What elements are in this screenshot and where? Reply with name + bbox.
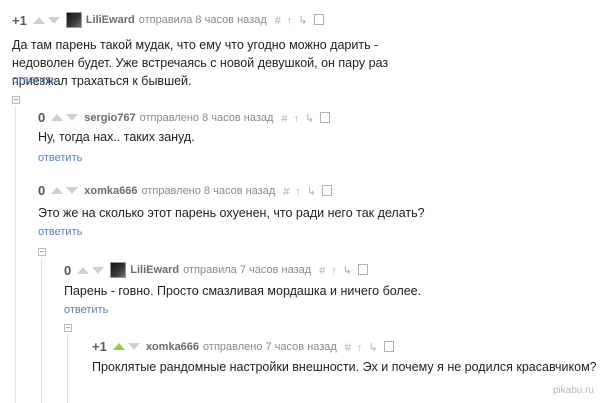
downvote-icon[interactable] xyxy=(66,114,79,121)
thread-line xyxy=(67,334,68,403)
comment-author[interactable]: xomka666 xyxy=(146,341,199,353)
upvote-icon[interactable] xyxy=(77,266,90,274)
hash-icon[interactable]: # xyxy=(275,15,287,27)
comment-actions: #↑↳ xyxy=(345,340,394,354)
comment-time: отправила 7 часов назад xyxy=(183,264,312,276)
comment-text: Парень - говно. Просто смазливая мордашк… xyxy=(64,284,422,298)
reply-branch-icon[interactable]: ↳ xyxy=(368,341,383,354)
downvote-icon[interactable] xyxy=(47,16,60,24)
comment-time: отправлено 8 часов назад xyxy=(139,111,274,124)
downvote-icon[interactable] xyxy=(127,343,140,350)
thread-line xyxy=(41,258,42,403)
save-icon[interactable] xyxy=(320,111,331,123)
comment-rating: +1 xyxy=(92,339,107,354)
arrow-up-icon[interactable]: ↑ xyxy=(287,15,299,27)
comment-actions: #↑↳ xyxy=(319,263,368,277)
comment-text: Ну, тогда нах.. таких зануд. xyxy=(38,130,195,144)
collapse-icon[interactable] xyxy=(12,96,20,104)
comment-actions: #↑↳ xyxy=(283,184,333,198)
arrow-up-icon[interactable]: ↑ xyxy=(331,265,343,277)
comment-time: отправила 8 часов назад xyxy=(138,14,267,26)
arrow-up-icon[interactable]: ↑ xyxy=(357,342,369,354)
comment-author[interactable]: LiliEward xyxy=(130,264,179,276)
arrow-up-icon[interactable]: ↑ xyxy=(295,186,307,198)
save-icon[interactable] xyxy=(313,14,324,25)
comment-time: отправлено 8 часов назад xyxy=(141,184,276,197)
reply-link[interactable]: ответить xyxy=(38,152,82,164)
comment-header: +1 xomka666 отправлено 7 часов назад #↑↳ xyxy=(92,339,394,354)
upvote-icon[interactable] xyxy=(51,187,64,194)
comment-rating: 0 xyxy=(38,183,46,198)
collapse-icon[interactable] xyxy=(38,248,46,256)
upvote-icon[interactable] xyxy=(51,114,64,121)
collapse-icon[interactable] xyxy=(64,324,72,332)
comment-author[interactable]: xomka666 xyxy=(84,185,137,197)
comment-author[interactable]: sergio767 xyxy=(84,112,135,124)
downvote-icon[interactable] xyxy=(66,187,79,194)
avatar[interactable] xyxy=(110,262,127,278)
comment-rating: +1 xyxy=(12,12,27,28)
watermark: pikabu.ru xyxy=(552,385,594,396)
comment-actions: #↑↳ xyxy=(281,111,331,125)
save-icon[interactable] xyxy=(322,184,333,196)
comment-rating: 0 xyxy=(38,110,46,125)
reply-branch-icon[interactable]: ↳ xyxy=(298,14,313,27)
comment-text: Да там парень такой мудак, что ему что у… xyxy=(12,38,389,88)
comment-header: 0 LiliEward отправила 7 часов назад #↑↳ xyxy=(64,262,368,278)
save-icon[interactable] xyxy=(357,264,368,275)
comment-author[interactable]: LiliEward xyxy=(86,14,135,26)
comment-header: 0 sergio767 отправлено 8 часов назад #↑↳ xyxy=(38,110,331,125)
hash-icon[interactable]: # xyxy=(345,342,357,354)
reply-branch-icon[interactable]: ↳ xyxy=(307,185,322,198)
save-icon[interactable] xyxy=(383,340,394,352)
upvote-icon[interactable] xyxy=(112,343,125,350)
reply-link[interactable]: ответить xyxy=(38,226,82,238)
hash-icon[interactable]: # xyxy=(283,186,295,198)
comment-text: Это же на сколько этот парень охуенен, ч… xyxy=(38,206,425,220)
avatar[interactable] xyxy=(65,12,82,28)
comment-header: +1 LiliEward отправила 8 часов назад #↑↳ xyxy=(12,12,324,28)
upvote-icon[interactable] xyxy=(32,16,45,24)
downvote-icon[interactable] xyxy=(92,266,105,274)
reply-link[interactable]: ответить xyxy=(64,304,108,316)
comment-header: 0 xomka666 отправлено 8 часов назад #↑↳ xyxy=(38,183,333,198)
arrow-up-icon[interactable]: ↑ xyxy=(294,113,306,125)
reply-link[interactable]: ответить xyxy=(12,74,56,86)
thread-line xyxy=(15,106,16,403)
comment-time: отправлено 7 часов назад xyxy=(203,340,337,353)
comment-rating: 0 xyxy=(64,262,72,278)
comment-text: Проклятые рандомные настройки внешности.… xyxy=(92,360,597,374)
hash-icon[interactable]: # xyxy=(319,265,331,277)
reply-branch-icon[interactable]: ↳ xyxy=(343,264,358,277)
hash-icon[interactable]: # xyxy=(281,113,293,125)
comment-actions: #↑↳ xyxy=(275,13,324,27)
reply-branch-icon[interactable]: ↳ xyxy=(305,112,320,125)
